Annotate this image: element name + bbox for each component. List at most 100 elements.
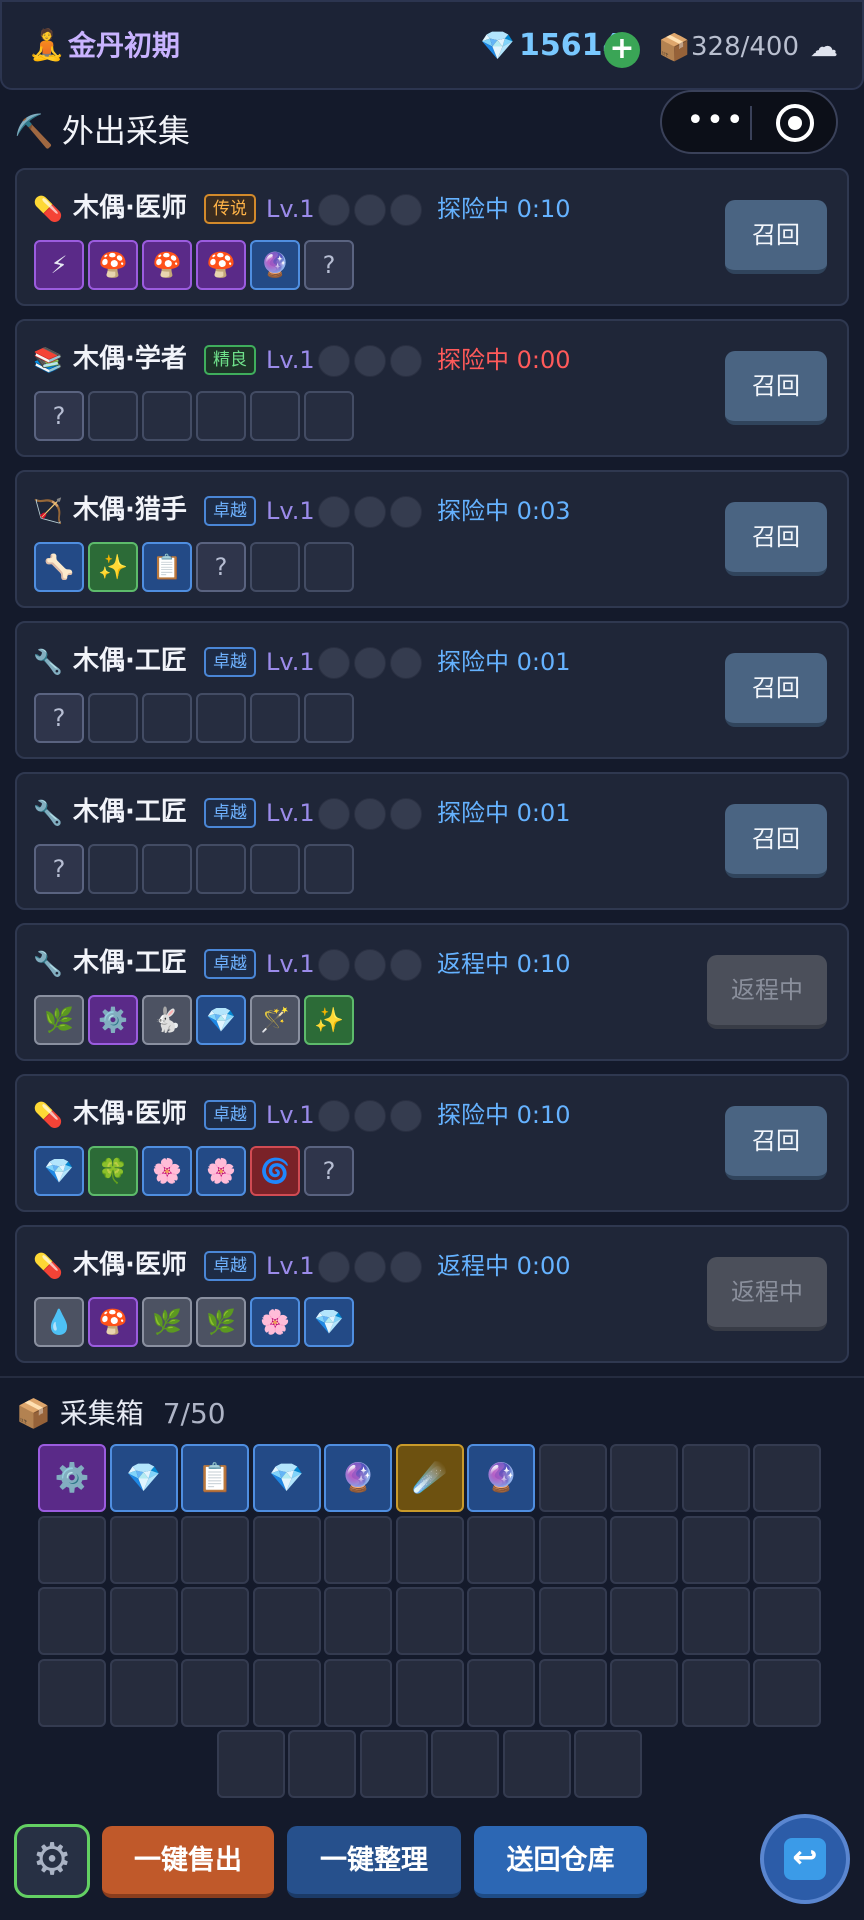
loot-slot[interactable]: ⚙️ [88, 995, 138, 1045]
box-slot[interactable] [324, 1587, 392, 1655]
loot-slot[interactable]: 🌿 [142, 1297, 192, 1347]
box-slot[interactable] [359, 1730, 428, 1798]
box-slot[interactable] [610, 1444, 678, 1512]
loot-slot[interactable]: ⚡ [34, 240, 84, 290]
loot-slot[interactable]: ✨ [304, 995, 354, 1045]
box-slot[interactable] [538, 1515, 607, 1584]
box-slot[interactable] [610, 1515, 678, 1584]
more-menu-button[interactable]: ••• [686, 104, 746, 140]
skill-slot[interactable] [390, 496, 422, 528]
box-slot[interactable] [395, 1658, 464, 1727]
loot-slot[interactable]: ? [304, 1146, 354, 1196]
box-slot[interactable] [288, 1730, 357, 1798]
loot-slot[interactable] [250, 693, 300, 743]
loot-slot[interactable] [250, 542, 300, 592]
loot-slot[interactable]: 🍄 [88, 240, 138, 290]
skill-slot[interactable] [390, 194, 422, 226]
recall-button[interactable]: 召回 [725, 804, 827, 878]
box-slot[interactable] [681, 1587, 750, 1655]
loot-slot[interactable] [88, 844, 138, 894]
box-slot[interactable] [538, 1444, 607, 1512]
skill-slot[interactable] [390, 345, 422, 377]
box-slot[interactable] [610, 1658, 678, 1727]
box-slot[interactable] [216, 1730, 285, 1798]
loot-slot[interactable]: ? [34, 844, 84, 894]
skill-slot[interactable] [318, 345, 350, 377]
skill-slot[interactable] [390, 647, 422, 679]
box-slot[interactable] [38, 1515, 106, 1584]
loot-slot[interactable] [250, 844, 300, 894]
box-slot[interactable] [502, 1730, 571, 1798]
box-slot[interactable] [38, 1658, 106, 1727]
box-slot[interactable] [324, 1658, 392, 1727]
box-slot[interactable] [431, 1730, 500, 1798]
skill-slot[interactable] [390, 949, 422, 981]
sell-all-button[interactable]: 一键售出 [102, 1826, 274, 1898]
box-slot[interactable]: 📋 [181, 1444, 249, 1512]
settings-button[interactable]: ⚙ [14, 1824, 90, 1898]
loot-slot[interactable]: 🪄 [250, 995, 300, 1045]
loot-slot[interactable]: 💧 [34, 1297, 84, 1347]
skill-slot[interactable] [354, 345, 386, 377]
box-slot[interactable]: 💎 [252, 1444, 321, 1512]
skill-slot[interactable] [318, 1251, 350, 1283]
box-slot[interactable] [681, 1658, 750, 1727]
sort-all-button[interactable]: 一键整理 [287, 1826, 461, 1898]
box-slot[interactable] [324, 1515, 392, 1584]
loot-slot[interactable]: 📋 [142, 542, 192, 592]
loot-slot[interactable] [142, 693, 192, 743]
recall-button[interactable]: 召回 [725, 1106, 827, 1180]
box-slot[interactable] [610, 1587, 678, 1655]
skill-slot[interactable] [390, 1251, 422, 1283]
loot-slot[interactable]: 🍄 [196, 240, 246, 290]
box-slot[interactable] [753, 1444, 821, 1512]
skill-slot[interactable] [354, 949, 386, 981]
recall-button[interactable]: 召回 [725, 502, 827, 576]
box-slot[interactable] [538, 1587, 607, 1655]
skill-slot[interactable] [354, 1251, 386, 1283]
box-slot[interactable]: 💎 [109, 1444, 178, 1512]
loot-slot[interactable]: 🌀 [250, 1146, 300, 1196]
loot-slot[interactable]: 🦴 [34, 542, 84, 592]
box-slot[interactable]: ⚙️ [38, 1444, 106, 1512]
recall-button[interactable]: 召回 [725, 200, 827, 274]
loot-slot[interactable] [250, 391, 300, 441]
skill-slot[interactable] [354, 798, 386, 830]
box-slot[interactable] [395, 1515, 464, 1584]
loot-slot[interactable] [142, 391, 192, 441]
box-slot[interactable] [467, 1587, 535, 1655]
box-slot[interactable] [681, 1444, 750, 1512]
skill-slot[interactable] [318, 1100, 350, 1132]
box-slot[interactable] [753, 1658, 821, 1727]
loot-slot[interactable]: ? [34, 391, 84, 441]
loot-slot[interactable] [304, 542, 354, 592]
skill-slot[interactable] [318, 949, 350, 981]
box-slot[interactable] [467, 1515, 535, 1584]
skill-slot[interactable] [318, 496, 350, 528]
box-slot[interactable] [574, 1730, 643, 1798]
loot-slot[interactable]: 🍀 [88, 1146, 138, 1196]
loot-slot[interactable] [196, 693, 246, 743]
return-button[interactable]: ↩ [760, 1814, 850, 1904]
loot-slot[interactable] [304, 693, 354, 743]
recall-button[interactable]: 召回 [725, 653, 827, 727]
skill-slot[interactable] [390, 798, 422, 830]
box-slot[interactable] [538, 1658, 607, 1727]
loot-slot[interactable] [196, 391, 246, 441]
loot-slot[interactable] [88, 391, 138, 441]
skill-slot[interactable] [318, 647, 350, 679]
loot-slot[interactable]: 🍄 [88, 1297, 138, 1347]
loot-slot[interactable]: 💎 [34, 1146, 84, 1196]
loot-slot[interactable]: 🌿 [196, 1297, 246, 1347]
box-slot[interactable] [109, 1515, 178, 1584]
box-slot[interactable] [395, 1587, 464, 1655]
box-slot[interactable]: 🔮 [324, 1444, 392, 1512]
skill-slot[interactable] [318, 798, 350, 830]
box-slot[interactable] [109, 1658, 178, 1727]
box-slot[interactable] [753, 1515, 821, 1584]
recall-button[interactable]: 召回 [725, 351, 827, 425]
skill-slot[interactable] [318, 194, 350, 226]
box-slot[interactable] [252, 1515, 321, 1584]
loot-slot[interactable]: 🌸 [250, 1297, 300, 1347]
loot-slot[interactable]: 🐇 [142, 995, 192, 1045]
